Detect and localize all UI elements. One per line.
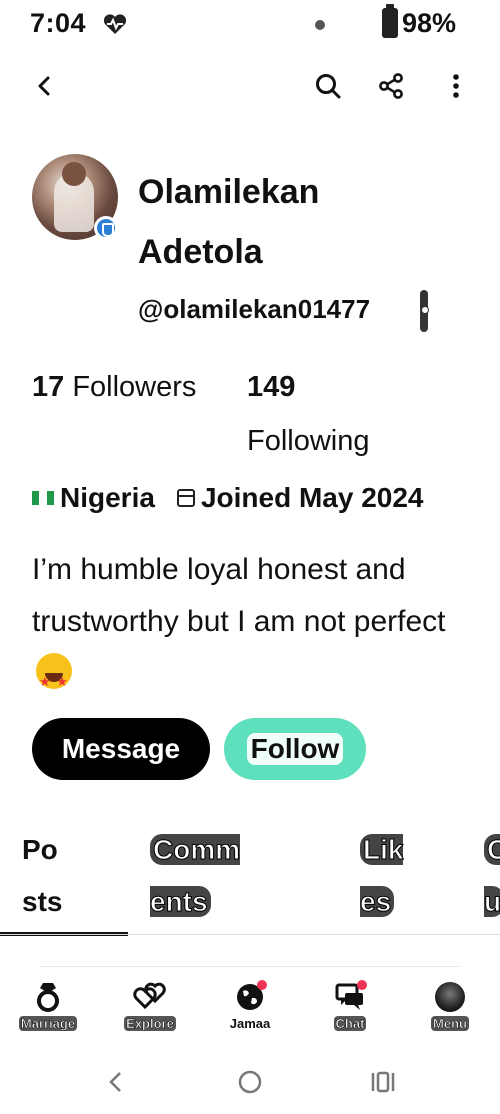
status-bar: 7:04 98% (0, 0, 500, 52)
nav-menu-label: Menu (431, 1016, 469, 1031)
notification-dot (315, 20, 325, 30)
system-back-icon[interactable] (106, 1070, 126, 1094)
profile-bio: I’m humble loyal honest and trustworthy … (32, 544, 482, 708)
tab-likes-label: Lik es (359, 834, 404, 918)
message-button[interactable]: Message (32, 718, 210, 780)
chat-notification-badge (357, 980, 367, 990)
tab-overflow-label: C u (483, 834, 500, 918)
profile-tabs: Po sts Comm ents Lik es C u (0, 820, 500, 938)
nav-menu[interactable]: Menu (410, 980, 490, 1031)
tab-posts-label: Po sts (22, 834, 63, 917)
nav-jamaa-label: Jamaa (229, 1016, 271, 1031)
more-options-button[interactable] (436, 66, 476, 106)
profile-country: Nigeria (60, 482, 155, 513)
nav-chat[interactable]: Chat (310, 980, 390, 1031)
text-selection-handle[interactable] (420, 290, 429, 332)
bottom-divider (40, 966, 460, 967)
nav-chat-label: Chat (333, 1016, 367, 1031)
system-recents-icon[interactable] (370, 1070, 396, 1094)
hearts-icon (133, 982, 166, 1010)
more-vertical-icon (453, 74, 459, 98)
search-icon (316, 74, 341, 99)
profile-meta: Nigeria Joined May 2024 (32, 482, 424, 514)
battery-percent: 98% (402, 8, 457, 38)
profile-handle: @olamilekan01477 (138, 294, 371, 324)
share-button[interactable] (371, 66, 411, 106)
system-home-icon[interactable] (237, 1069, 263, 1095)
followers-count: 17 (32, 371, 65, 403)
followers-label: Followers (72, 371, 197, 403)
nav-explore[interactable]: Explore (110, 980, 190, 1031)
system-navigation (0, 1058, 500, 1108)
calendar-icon (176, 489, 195, 507)
avatar-icon (435, 982, 465, 1012)
follow-button[interactable]: Follow (224, 718, 366, 780)
status-time: 7:04 (30, 8, 87, 38)
following-link[interactable]: 149 Following (247, 360, 427, 468)
search-button[interactable] (308, 66, 348, 106)
tab-likes[interactable]: Lik es (359, 824, 420, 928)
bio-text: I’m humble loyal honest and trustworthy … (32, 553, 446, 638)
followers-link[interactable]: 17 Followers (32, 360, 196, 414)
tab-comments-label: Comm ents (149, 834, 241, 918)
back-button[interactable] (24, 66, 64, 106)
tab-overflow[interactable]: C u (483, 824, 500, 928)
tab-comments[interactable]: Comm ents (149, 824, 260, 928)
message-button-label: Message (61, 733, 181, 764)
star-struck-emoji-icon (36, 653, 72, 708)
nav-jamaa[interactable]: Jamaa (210, 980, 290, 1031)
verified-badge-icon (94, 216, 118, 240)
heart-pulse-icon (103, 14, 127, 34)
nav-marriage-label: Marriage (18, 1016, 78, 1031)
profile-joined: Joined May 2024 (200, 482, 424, 513)
following-count: 149 (247, 371, 296, 403)
jamaa-notification-badge (257, 980, 267, 990)
tab-divider (0, 934, 500, 935)
profile-name: Olamilekan Adetola (138, 173, 320, 271)
bottom-navigation: Marriage Explore Jamaa Chat Menu (0, 980, 500, 1050)
following-label: Following (247, 425, 370, 457)
nigeria-flag-icon (32, 491, 54, 505)
top-bar (0, 60, 500, 116)
chevron-left-icon (38, 76, 50, 96)
share-icon (379, 73, 403, 99)
ring-icon (37, 983, 59, 1012)
battery-icon (382, 4, 398, 38)
nav-explore-label: Explore (124, 1016, 176, 1031)
follow-button-label: Follow (246, 733, 344, 765)
nav-marriage[interactable]: Marriage (8, 980, 88, 1031)
tab-posts[interactable]: Po sts (22, 824, 82, 928)
